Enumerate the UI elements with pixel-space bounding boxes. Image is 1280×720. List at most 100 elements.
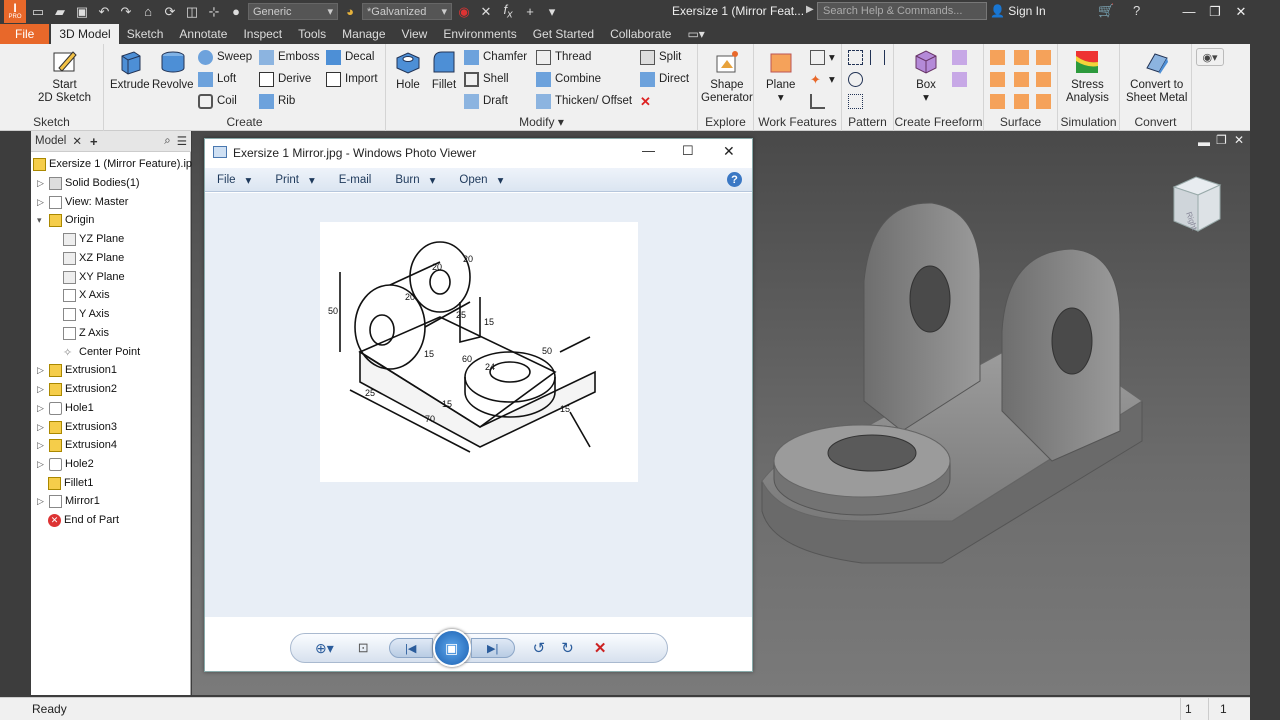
- pv-menu-email[interactable]: E-mail: [327, 174, 384, 186]
- direct-button[interactable]: Direct: [640, 69, 689, 89]
- stress-analysis-button[interactable]: Stress Analysis: [1066, 48, 1109, 105]
- clear-override-icon[interactable]: ✕: [476, 3, 496, 21]
- minimize-icon[interactable]: —: [1176, 0, 1202, 23]
- point-button[interactable]: ✦ ▾: [810, 69, 835, 89]
- rotate-ccw-icon[interactable]: ↺: [533, 639, 546, 657]
- qat-dropdown-icon[interactable]: ▾: [542, 3, 562, 21]
- shape-generator-button[interactable]: Shape Generator: [701, 48, 753, 105]
- tree-item-xz-plane[interactable]: XZ Plane: [63, 249, 124, 267]
- sign-in-button[interactable]: 👤 Sign In: [990, 4, 1046, 18]
- surface-button-9[interactable]: [1036, 91, 1051, 111]
- delete-icon[interactable]: ✕: [594, 639, 607, 657]
- emboss-button[interactable]: Emboss: [259, 47, 320, 67]
- viewport-close-icon[interactable]: ✕: [1234, 133, 1244, 147]
- tree-item-origin[interactable]: ▾ Origin: [37, 211, 94, 229]
- restore-icon[interactable]: ❐: [1202, 0, 1228, 23]
- tab-sketch[interactable]: Sketch: [119, 24, 172, 44]
- pv-menu-file[interactable]: File ▾: [205, 173, 263, 187]
- derive-button[interactable]: Derive: [259, 69, 311, 89]
- panel-title-modify[interactable]: Modify ▾: [386, 115, 697, 129]
- tree-item-end-of-part[interactable]: ✕ End of Part: [48, 511, 119, 529]
- surface-button-3[interactable]: [1036, 47, 1051, 67]
- appearance-sphere-icon[interactable]: ●: [226, 3, 246, 21]
- chamfer-button[interactable]: Chamfer: [464, 47, 527, 67]
- tree-item-yz-plane[interactable]: YZ Plane: [63, 230, 124, 248]
- draft-button[interactable]: Draft: [464, 91, 508, 111]
- expand-caret-icon[interactable]: ▷: [37, 422, 46, 433]
- pv-menu-print[interactable]: Print ▾: [263, 173, 326, 187]
- search-icon[interactable]: ⌕: [164, 135, 170, 148]
- expand-arrow-icon[interactable]: ▶: [806, 4, 814, 15]
- viewcube[interactable]: Right: [1168, 173, 1228, 237]
- tree-item-xy-plane[interactable]: XY Plane: [63, 268, 125, 286]
- undo-icon[interactable]: ↶: [94, 3, 114, 21]
- close-icon[interactable]: ✕: [1228, 0, 1254, 23]
- rotate-cw-icon[interactable]: ↻: [561, 639, 574, 657]
- next-icon[interactable]: ▶|: [470, 638, 515, 658]
- expand-caret-icon[interactable]: ▷: [37, 178, 46, 189]
- axis-button[interactable]: ▾: [810, 47, 835, 67]
- surface-button-1[interactable]: [990, 47, 1005, 67]
- viewport-restore-icon[interactable]: ❐: [1216, 133, 1227, 147]
- expand-caret-icon[interactable]: ▷: [37, 440, 46, 451]
- freeform-edit-button[interactable]: [952, 47, 967, 67]
- tab-manage[interactable]: Manage: [334, 24, 393, 44]
- sketch-pattern-button[interactable]: [848, 91, 863, 111]
- revolve-button[interactable]: Revolve: [152, 48, 194, 92]
- tree-item-view-master[interactable]: ▷ View: Master: [37, 193, 128, 211]
- tab-3d-model[interactable]: 3D Model: [51, 24, 119, 44]
- add-browser-icon[interactable]: +: [90, 134, 98, 149]
- cart-icon[interactable]: 🛒: [1098, 3, 1114, 19]
- decal-button[interactable]: Decal: [326, 47, 374, 67]
- expand-caret-icon[interactable]: ▷: [37, 403, 46, 414]
- pv-close-icon[interactable]: ✕: [723, 143, 735, 160]
- sweep-button[interactable]: Sweep: [198, 47, 252, 67]
- tree-item-hole2[interactable]: ▷ Hole2: [37, 455, 94, 473]
- pv-help-icon[interactable]: ?: [727, 172, 742, 187]
- rectangular-pattern-button[interactable]: [848, 47, 863, 67]
- tree-item-mirror1[interactable]: ▷ Mirror1: [37, 492, 100, 510]
- tree-item-extrusion2[interactable]: ▷ Extrusion2: [37, 380, 117, 398]
- tree-item-hole1[interactable]: ▷ Hole1: [37, 399, 94, 417]
- tree-item-solid-bodies[interactable]: ▷ Solid Bodies(1): [37, 174, 140, 192]
- tab-annotate[interactable]: Annotate: [171, 24, 235, 44]
- pv-menu-open[interactable]: Open ▾: [447, 173, 515, 187]
- new-file-icon[interactable]: ▭: [28, 3, 48, 21]
- collapse-caret-icon[interactable]: ▾: [37, 215, 46, 226]
- update-icon[interactable]: ⟳: [160, 3, 180, 21]
- shell-button[interactable]: Shell: [464, 69, 509, 89]
- surface-button-2[interactable]: [1014, 47, 1029, 67]
- tab-inspect[interactable]: Inspect: [235, 24, 290, 44]
- expand-caret-icon[interactable]: ▷: [37, 197, 46, 208]
- select-icon[interactable]: ◫: [182, 3, 202, 21]
- 3d-part-model[interactable]: [752, 191, 1172, 571]
- coil-button[interactable]: Coil: [198, 91, 237, 111]
- surface-button-4[interactable]: [990, 69, 1005, 89]
- plane-button[interactable]: Plane ▾: [766, 48, 795, 105]
- pv-minimize-icon[interactable]: —: [642, 143, 655, 158]
- convert-sheet-metal-button[interactable]: Convert to Sheet Metal: [1126, 48, 1187, 105]
- expand-caret-icon[interactable]: ▷: [37, 496, 46, 507]
- menu-icon[interactable]: ☰: [177, 134, 187, 148]
- actual-size-icon[interactable]: ⊡: [358, 640, 369, 656]
- tree-item-extrusion3[interactable]: ▷ Extrusion3: [37, 418, 117, 436]
- tab-environments[interactable]: Environments: [435, 24, 524, 44]
- expand-caret-icon[interactable]: ▷: [37, 365, 46, 376]
- ucs-button[interactable]: [810, 91, 825, 111]
- save-icon[interactable]: ▣: [72, 3, 92, 21]
- color-wheel-icon[interactable]: ◕: [340, 3, 360, 21]
- delete-face-button[interactable]: ✕: [640, 91, 655, 111]
- adjust-icon[interactable]: ◉: [454, 3, 474, 21]
- plus-icon[interactable]: +: [520, 3, 540, 21]
- expand-caret-icon[interactable]: ▷: [37, 384, 46, 395]
- zoom-icon[interactable]: ⊕▾: [315, 640, 334, 657]
- close-tab-icon[interactable]: ✕: [72, 134, 82, 148]
- surface-button-8[interactable]: [1014, 91, 1029, 111]
- box-button[interactable]: Box ▾: [912, 48, 940, 105]
- split-button[interactable]: Split: [640, 47, 681, 67]
- pv-maximize-icon[interactable]: ☐: [682, 143, 694, 159]
- tab-collaborate[interactable]: Collaborate: [602, 24, 679, 44]
- tree-item-x-axis[interactable]: X Axis: [63, 286, 110, 304]
- import-button[interactable]: Import: [326, 69, 378, 89]
- freeform-convert-button[interactable]: [952, 69, 967, 89]
